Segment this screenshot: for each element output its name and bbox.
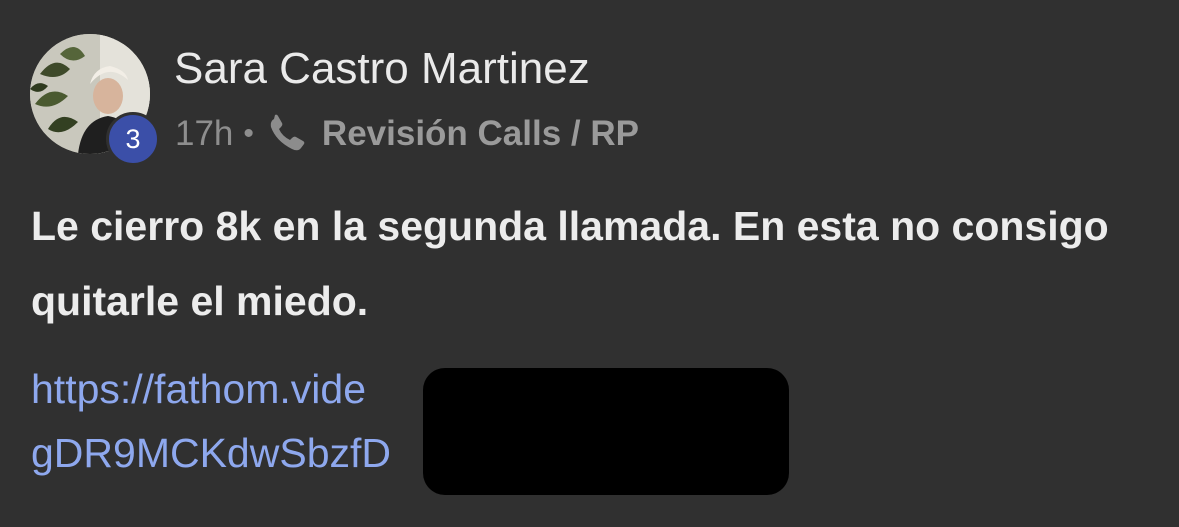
author-name[interactable]: Sara Castro Martinez	[174, 42, 590, 96]
post-card: 3 Sara Castro Martinez 17h • Revisión Ca…	[0, 0, 1179, 527]
phone-icon	[264, 111, 314, 157]
post-time[interactable]: 17h	[175, 114, 233, 154]
redaction-block	[423, 368, 789, 495]
meta-separator: •	[243, 117, 254, 150]
post-body: Le cierro 8k en la segunda llamada. En e…	[31, 203, 1109, 324]
post-meta: 17h • Revisión Calls / RP	[175, 111, 639, 157]
level-badge: 3	[106, 112, 160, 166]
author-avatar-group[interactable]: 3	[30, 34, 160, 166]
channel-link[interactable]: Revisión Calls / RP	[322, 114, 639, 154]
